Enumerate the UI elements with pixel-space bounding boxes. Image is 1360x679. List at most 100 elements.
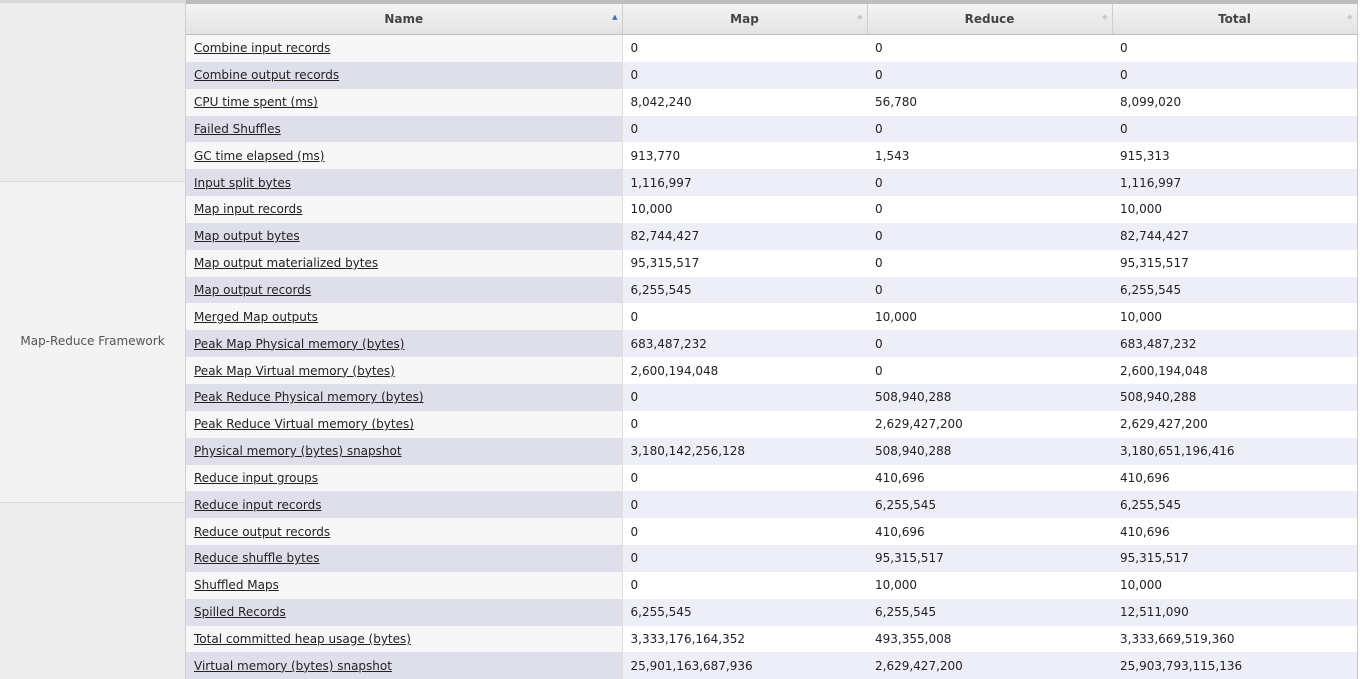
table-row: Peak Map Virtual memory (bytes) 2,600,194…: [186, 357, 1357, 384]
sort-ascending-icon: ▲: [612, 13, 618, 21]
counter-reduce-value: 410,696: [867, 464, 1112, 492]
counter-name-cell: Reduce output records: [186, 518, 623, 546]
counter-name-cell: CPU time spent (ms): [186, 88, 623, 116]
counter-name-cell: Physical memory (bytes) snapshot: [186, 437, 623, 465]
counter-link[interactable]: Reduce shuffle bytes: [194, 551, 320, 565]
table-row: CPU time spent (ms) 8,042,240 56,780 8,099,…: [186, 88, 1357, 116]
counter-link[interactable]: Peak Map Physical memory (bytes): [194, 337, 404, 351]
counter-link[interactable]: Merged Map outputs: [194, 310, 318, 324]
counter-link[interactable]: Map output records: [194, 283, 311, 297]
counter-name-cell: Map input records: [186, 196, 623, 223]
column-header-name[interactable]: Name ▲: [186, 4, 623, 35]
counter-name-cell: GC time elapsed (ms): [186, 142, 623, 170]
counter-name-cell: Merged Map outputs: [186, 303, 623, 331]
counter-total-value: 410,696: [1112, 518, 1357, 546]
table-row: Total committed heap usage (bytes) 3,333,…: [186, 625, 1357, 653]
counter-map-value: 6,255,545: [622, 276, 867, 304]
column-header-name-label: Name: [384, 12, 424, 26]
counter-reduce-value: 6,255,545: [867, 491, 1112, 519]
counter-link[interactable]: Total committed heap usage (bytes): [194, 632, 411, 646]
counter-total-value: 82,744,427: [1112, 222, 1357, 250]
counter-map-value: 0: [622, 464, 867, 492]
table-row: Peak Reduce Physical memory (bytes) 0 508,…: [186, 383, 1357, 411]
counter-reduce-value: 0: [867, 34, 1112, 62]
counter-map-value: 82,744,427: [622, 222, 867, 250]
table-row: Combine input records 0 0 0: [186, 34, 1357, 62]
counter-link[interactable]: Reduce input records: [194, 498, 321, 512]
counter-reduce-value: 95,315,517: [867, 545, 1112, 572]
counter-reduce-value: 10,000: [867, 571, 1112, 599]
counter-total-value: 0: [1112, 61, 1357, 89]
table-row: Map output materialized bytes 95,315,517 0…: [186, 249, 1357, 277]
counter-link[interactable]: Peak Map Virtual memory (bytes): [194, 364, 395, 378]
counter-reduce-value: 2,629,427,200: [867, 652, 1112, 679]
counter-link[interactable]: Reduce output records: [194, 525, 330, 539]
counter-link[interactable]: Map output materialized bytes: [194, 256, 378, 270]
counter-map-value: 0: [622, 545, 867, 572]
counter-map-value: 1,116,997: [622, 169, 867, 197]
counter-group-column: Map-Reduce Framework: [0, 0, 186, 679]
counter-reduce-value: 1,543: [867, 142, 1112, 170]
counter-name-cell: Map output records: [186, 276, 623, 304]
counter-link[interactable]: Input split bytes: [194, 176, 291, 190]
counter-name-cell: Map output bytes: [186, 222, 623, 250]
counter-name-cell: Peak Map Virtual memory (bytes): [186, 357, 623, 384]
counter-link[interactable]: CPU time spent (ms): [194, 95, 318, 109]
counter-total-value: 10,000: [1112, 571, 1357, 599]
sort-neutral-icon: ◆: [1347, 13, 1353, 21]
counter-total-value: 25,903,793,115,136: [1112, 652, 1357, 679]
counter-map-value: 0: [622, 491, 867, 519]
sort-neutral-icon: ◆: [1102, 13, 1108, 21]
counter-link[interactable]: Virtual memory (bytes) snapshot: [194, 659, 392, 673]
counter-name-cell: Shuffled Maps: [186, 571, 623, 599]
table-row: Reduce shuffle bytes 0 95,315,517 95,315,51…: [186, 545, 1357, 572]
column-header-total[interactable]: Total ◆: [1112, 4, 1358, 35]
counter-link[interactable]: Spilled Records: [194, 605, 286, 619]
counter-group-label: Map-Reduce Framework: [20, 334, 165, 348]
table-row: Spilled Records 6,255,545 6,255,545 12,511,…: [186, 598, 1357, 626]
counter-name-cell: Peak Reduce Virtual memory (bytes): [186, 410, 623, 438]
counter-name-cell: Map output materialized bytes: [186, 249, 623, 277]
counter-link[interactable]: Combine input records: [194, 41, 330, 55]
counter-map-value: 0: [622, 115, 867, 143]
counter-map-value: 6,255,545: [622, 598, 867, 626]
counter-reduce-value: 0: [867, 249, 1112, 277]
counter-total-value: 0: [1112, 34, 1357, 62]
table-row: GC time elapsed (ms) 913,770 1,543 915,313: [186, 142, 1357, 170]
counter-reduce-value: 2,629,427,200: [867, 410, 1112, 438]
counter-name-cell: Reduce input groups: [186, 464, 623, 492]
table-row: Peak Reduce Virtual memory (bytes) 0 2,629…: [186, 410, 1357, 438]
column-header-reduce-label: Reduce: [964, 12, 1015, 26]
counter-total-value: 12,511,090: [1112, 598, 1357, 626]
counter-total-value: 3,333,669,519,360: [1112, 625, 1357, 653]
counter-total-value: 0: [1112, 115, 1357, 143]
counter-reduce-value: 10,000: [867, 303, 1112, 331]
counter-reduce-value: 6,255,545: [867, 598, 1112, 626]
counter-link[interactable]: Map output bytes: [194, 229, 300, 243]
counter-link[interactable]: Peak Reduce Virtual memory (bytes): [194, 417, 414, 431]
column-header-reduce[interactable]: Reduce ◆: [867, 4, 1113, 35]
counter-total-value: 95,315,517: [1112, 249, 1357, 277]
table-row: Combine output records 0 0 0: [186, 61, 1357, 89]
counter-link[interactable]: Reduce input groups: [194, 471, 318, 485]
counter-map-value: 3,333,176,164,352: [622, 625, 867, 653]
counter-link[interactable]: Failed Shuffles: [194, 122, 281, 136]
table-row: Reduce input records 0 6,255,545 6,255,545: [186, 491, 1357, 519]
counter-link[interactable]: Physical memory (bytes) snapshot: [194, 444, 402, 458]
counters-table-area: Name ▲ Map ◆ Reduce ◆ Total ◆ Combine in…: [186, 0, 1358, 679]
table-row: Physical memory (bytes) snapshot 3,180,14…: [186, 437, 1357, 465]
counter-total-value: 915,313: [1112, 142, 1357, 170]
column-header-map[interactable]: Map ◆: [622, 4, 868, 35]
table-row: Shuffled Maps 0 10,000 10,000: [186, 571, 1357, 599]
counter-link[interactable]: Combine output records: [194, 68, 339, 82]
counter-link[interactable]: Map input records: [194, 202, 302, 216]
counter-link[interactable]: Shuffled Maps: [194, 578, 279, 592]
counters-page: Map-Reduce Framework Name ▲ Map ◆ Reduce…: [0, 0, 1360, 679]
counter-name-cell: Peak Map Physical memory (bytes): [186, 330, 623, 358]
counter-reduce-value: 0: [867, 330, 1112, 358]
counter-name-cell: Total committed heap usage (bytes): [186, 625, 623, 653]
counter-total-value: 2,600,194,048: [1112, 357, 1357, 384]
counter-link[interactable]: Peak Reduce Physical memory (bytes): [194, 390, 424, 404]
counter-name-cell: Combine output records: [186, 61, 623, 89]
counter-link[interactable]: GC time elapsed (ms): [194, 149, 324, 163]
